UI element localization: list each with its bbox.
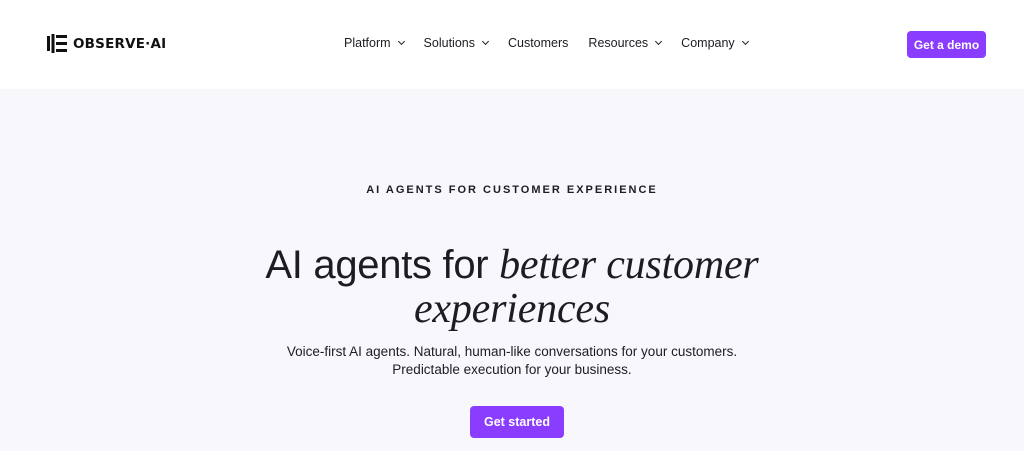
nav-item-label: Customers (507, 36, 569, 50)
get-started-button[interactable]: Get started (470, 406, 564, 438)
get-a-demo-button[interactable]: Get a demo (907, 31, 986, 58)
hero-subtitle: Voice-first AI agents. Natural, human-li… (0, 343, 1024, 379)
hero-eyebrow: AI AGENTS FOR CUSTOMER EXPERIENCE (366, 184, 658, 196)
headline-italic-text-2: experiences (413, 286, 610, 332)
subtitle-line-2: Predictable execution for your business. (392, 362, 632, 377)
nav-item-label: Platform (344, 36, 391, 50)
site-header: OBSERVE·AI Platform Solutions Customers … (0, 0, 1024, 89)
subtitle-line-1: Voice-first AI agents. Natural, human-li… (286, 344, 738, 359)
nav-item-resources[interactable]: Resources (588, 36, 663, 50)
main-nav: Platform Solutions Customers Resources C… (344, 36, 749, 50)
chevron-down-icon (481, 37, 490, 45)
observe-ai-logo-icon (47, 34, 67, 53)
nav-item-label: Company (681, 36, 735, 50)
logo[interactable]: OBSERVE·AI (47, 34, 166, 53)
nav-item-customers[interactable]: Customers (508, 36, 568, 50)
nav-item-label: Solutions (423, 36, 475, 50)
headline-plain-text: AI agents for (265, 243, 500, 287)
nav-item-company[interactable]: Company (681, 36, 749, 50)
chevron-down-icon (655, 37, 663, 45)
headline-italic-text-1: better customer (499, 242, 759, 288)
hero-headline: AI agents for better customer experience… (0, 243, 1024, 331)
chevron-down-icon (397, 37, 405, 45)
nav-item-platform[interactable]: Platform (344, 36, 405, 50)
nav-item-label: Resources (588, 36, 649, 50)
chevron-down-icon (741, 37, 749, 45)
logo-text: OBSERVE·AI (73, 35, 167, 52)
nav-item-solutions[interactable]: Solutions (423, 36, 490, 50)
